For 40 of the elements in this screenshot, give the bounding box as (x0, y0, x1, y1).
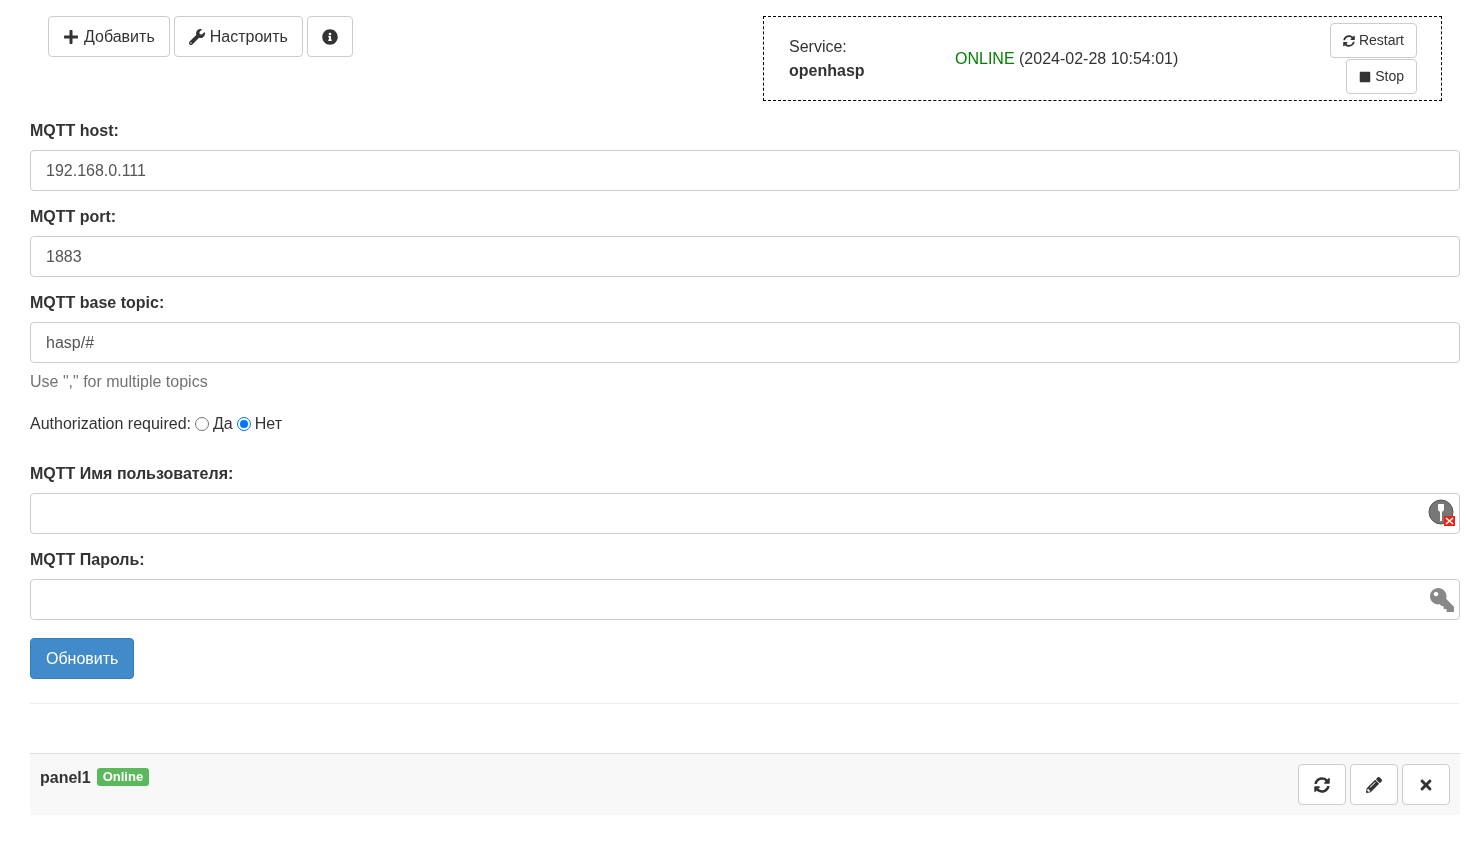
service-name: openhasp (789, 60, 866, 81)
key-icon[interactable] (1430, 588, 1454, 612)
stop-icon (1359, 70, 1372, 83)
field-label: MQTT host: (30, 121, 120, 141)
status-badge: Online (96, 768, 150, 786)
service-button[interactable]: Stop (1346, 59, 1417, 94)
key-blocked-icon[interactable] (1428, 499, 1456, 527)
help-text: Use "," for multiple topics (30, 372, 209, 392)
field-value: 1883 (46, 246, 82, 267)
info-button[interactable] (306, 16, 353, 57)
device-name: panel1 (40, 768, 91, 788)
radio-label: Да (213, 414, 233, 434)
field-label: MQTT Пароль: (30, 550, 146, 570)
auth-label: Authorization required: (30, 414, 191, 434)
input-field[interactable]: hasp/# (30, 322, 1460, 363)
refresh-icon (1314, 776, 1330, 793)
field-value: hasp/# (46, 332, 95, 353)
service-label: Service: (789, 36, 848, 57)
pencil-icon (1366, 776, 1382, 793)
wrench-icon (188, 28, 205, 45)
action-button[interactable] (1402, 764, 1450, 805)
update-button[interactable]: Обновить (30, 638, 135, 679)
field-value: 192.168.0.111 (46, 160, 146, 181)
input-field[interactable]: 192.168.0.111 (30, 150, 1460, 191)
field-label: MQTT port: (30, 207, 118, 227)
service-button[interactable]: Restart (1329, 23, 1417, 58)
toolbar-button[interactable]: Добавить (48, 16, 170, 57)
action-button[interactable] (1350, 764, 1398, 805)
input-field[interactable]: 1883 (30, 236, 1460, 277)
radio-label: Нет (254, 414, 282, 434)
field-label: MQTT base topic: (30, 293, 166, 313)
plus-icon (63, 28, 79, 45)
input-field[interactable] (30, 579, 1460, 620)
refresh-icon (1342, 34, 1355, 47)
input-field[interactable] (30, 493, 1460, 534)
service-status: ONLINE (2024-02-28 10:54:01) (955, 48, 1179, 69)
toolbar-button[interactable]: Настроить (173, 16, 303, 57)
action-button[interactable] (1298, 764, 1346, 805)
field-label: MQTT Имя пользователя: (30, 464, 235, 484)
info-icon (321, 28, 338, 45)
